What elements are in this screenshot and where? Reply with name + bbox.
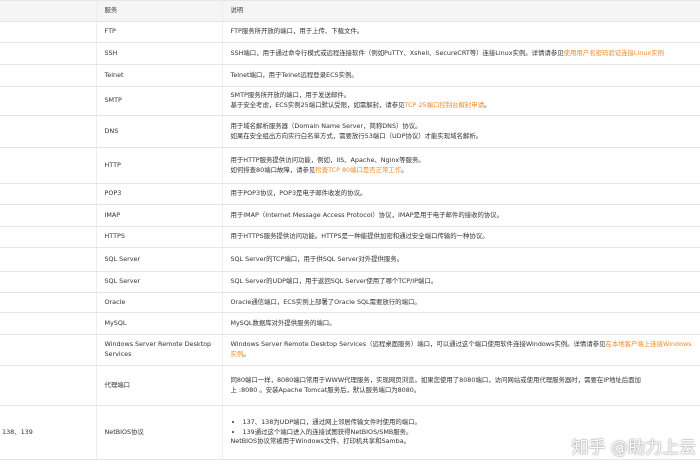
port-cell: [0, 183, 97, 205]
description-cell: 用于域名解析服务器（Domain Name Server，简称DNS）协议。 如果…: [222, 115, 700, 148]
description-cell: 用于IMAP（Internet Message Access Protocol）…: [222, 204, 700, 227]
table-row: SSH SSH端口，用于通过命令行模式或远程连接软件（例如PuTTY、Xshel…: [0, 42, 700, 65]
header-service: 服务: [96, 0, 223, 22]
port-cell: [0, 226, 97, 248]
description-cell: Oracle通信端口，ECS实例上部署了Oracle SQL需要放行的端口。: [222, 292, 700, 313]
table-row: SQL Server SQL Server的TCP端口，用于供SQL Serve…: [0, 247, 700, 272]
description-cell: SSH端口，用于通过命令行模式或远程连接软件（例如PuTTY、Xshell、Se…: [222, 42, 700, 65]
service-cell: SSH: [96, 42, 223, 65]
watermark: 知乎 @助力上云: [571, 438, 696, 458]
table-row: HTTPS 用于HTTPS服务提供访问功能。HTTPS是一种能提供加密和通过安全…: [0, 226, 700, 248]
service-cell: FTP: [96, 21, 223, 43]
port-cell: [0, 292, 97, 313]
doc-link[interactable]: 使用用户名密码验证连接Linux实例: [564, 49, 664, 57]
table-row: MySQL MySQL数据库对外提供服务的端口。: [0, 312, 700, 335]
description-cell: Windows Server Remote Desktop Services（远…: [222, 334, 700, 366]
bullet-item: 137、138为UDP端口，通过网上邻居传输文件时使用的端口。: [243, 418, 697, 428]
port-cell: [0, 365, 97, 406]
description-cell: Telnet端口，用于Telnet远程登录ECS实例。: [222, 64, 700, 87]
service-cell: HTTPS: [96, 226, 223, 248]
doc-link[interactable]: TCP 25端口控制台解封申请: [405, 101, 485, 109]
port-cell: [0, 42, 97, 65]
table-row: 代理端口 同80端口一样，8080端口常用于WWW代理服务，实现网页浏览。如果您…: [0, 365, 700, 406]
description-line: Windows Server Remote Desktop Services（远…: [230, 340, 606, 349]
service-cell: Windows Server Remote Desktop Services: [96, 334, 223, 366]
port-cell: [0, 64, 97, 87]
table-row: SMTP SMTP服务所开放的端口，用于发送邮件。 基于安全考虑，ECS实例25端…: [0, 86, 700, 116]
table-row: DNS 用于域名解析服务器（Domain Name Server，简称DNS）协…: [0, 115, 700, 148]
description-line: MySQL数据库对外提供服务的端口。: [230, 318, 336, 327]
port-cell: [0, 204, 97, 227]
table-row: FTP FTP服务所开放的端口，用于上传、下载文件。: [0, 21, 700, 43]
description-tail: 。: [243, 350, 250, 358]
table-row: SQL Server SQL Server的UDP端口，用于返回SQL Serv…: [0, 271, 700, 293]
table-header: 服务 说明: [0, 0, 700, 22]
table-row: HTTP 用于HTTP服务提供访问功能，例如，IIS、Apache、Nginx等…: [0, 147, 700, 184]
description-cell: 用于HTTP服务提供访问功能，例如，IIS、Apache、Nginx等服务。 如何…: [222, 147, 700, 184]
description-tail: 。: [401, 165, 408, 174]
description-line: 如果在安全组出方向实行白名单方式，需要放行53端口（UDP协议）才能实现域名解析…: [230, 131, 483, 140]
port-cell: [0, 334, 97, 366]
description-line: 用于IMAP（Internet Message Access Protocol）…: [230, 210, 504, 219]
header-description: 说明: [222, 0, 700, 22]
description-line: 用于域名解析服务器（Domain Name Server，简称DNS）协议。: [230, 121, 422, 130]
description-line: SSH端口，用于通过命令行模式或远程连接软件（例如PuTTY、Xshell、Se…: [230, 48, 564, 57]
table-row: Oracle Oracle通信端口，ECS实例上部署了Oracle SQL需要放…: [0, 292, 700, 313]
service-cell: 代理端口: [96, 365, 223, 406]
description-line: 用于POP3协议，POP3是电子邮件收发的协议。: [230, 189, 367, 198]
description-line: Oracle通信端口，ECS实例上部署了Oracle SQL需要放行的端口。: [230, 297, 421, 306]
port-cell: [0, 271, 97, 293]
description-line: 基于安全考虑，ECS实例25端口默认受限，如需解封，请参见: [230, 101, 405, 109]
port-cell: [0, 86, 97, 116]
service-cell: POP3: [96, 183, 223, 205]
table-row: Telnet Telnet端口，用于Telnet远程登录ECS实例。: [0, 64, 700, 87]
service-cell: NetBIOS协议: [96, 405, 223, 460]
description-tail: 。: [484, 101, 491, 109]
description-cell: MySQL数据库对外提供服务的端口。: [222, 312, 700, 335]
description-line: SQL Server的TCP端口，用于供SQL Server对外提供服务。: [230, 254, 404, 263]
description-line: 用于HTTP服务提供访问功能，例如，IIS、Apache、Nginx等服务。: [230, 155, 425, 164]
service-cell: HTTP: [96, 147, 223, 184]
service-cell: SQL Server: [96, 247, 223, 272]
description-line: 如何排查80端口故障，请参见: [230, 165, 316, 174]
description-cell: 用于POP3协议，POP3是电子邮件收发的协议。: [222, 183, 700, 205]
description-line: SMTP服务所开放的端口，用于发送邮件。: [230, 91, 351, 100]
service-cell: MySQL: [96, 312, 223, 335]
table-row: POP3 用于POP3协议，POP3是电子邮件收发的协议。: [0, 183, 700, 205]
service-cell: SMTP: [96, 86, 223, 116]
description-line: 上 :8080 。安装Apache Tomcat服务后，默认服务端口为8080。: [230, 385, 421, 394]
description-cell: SQL Server的UDP端口，用于返回SQL Server使用了哪个TCP/…: [222, 271, 700, 293]
service-cell: IMAP: [96, 204, 223, 227]
description-cell: SMTP服务所开放的端口，用于发送邮件。 基于安全考虑，ECS实例25端口默认受限…: [222, 86, 700, 116]
service-cell: Telnet: [96, 64, 223, 87]
port-cell: [0, 147, 97, 184]
header-port: [0, 0, 97, 22]
description-line: 同80端口一样，8080端口常用于WWW代理服务，实现网页浏览。如果您使用了80…: [230, 375, 641, 384]
ports-table: 服务 说明 FTP FTP服务所开放的端口，用于上传、下载文件。 SSH SSH…: [0, 0, 700, 460]
description-line: FTP服务所开放的端口，用于上传、下载文件。: [230, 27, 364, 36]
description-cell: FTP服务所开放的端口，用于上传、下载文件。: [222, 21, 700, 43]
port-cell: [0, 21, 97, 43]
port-cell: [0, 247, 97, 272]
service-cell: SQL Server: [96, 271, 223, 293]
description-cell: 同80端口一样，8080端口常用于WWW代理服务，实现网页浏览。如果您使用了80…: [222, 365, 700, 406]
description-line: Telnet端口，用于Telnet远程登录ECS实例。: [230, 70, 358, 79]
service-cell: DNS: [96, 115, 223, 148]
port-cell: 138、139: [0, 405, 97, 460]
description-line: SQL Server的UDP端口，用于返回SQL Server使用了哪个TCP/…: [230, 277, 438, 286]
table-row: Windows Server Remote Desktop Services W…: [0, 334, 700, 366]
port-cell: [0, 115, 97, 148]
service-cell: Oracle: [96, 292, 223, 313]
doc-link[interactable]: 检查TCP 80端口是否正常工作: [315, 166, 401, 174]
port-cell: [0, 312, 97, 335]
description-cell: 用于HTTPS服务提供访问功能。HTTPS是一种能提供加密和通过安全端口传输的一…: [222, 226, 700, 248]
description-line: 用于HTTPS服务提供访问功能。HTTPS是一种能提供加密和通过安全端口传输的一…: [230, 232, 489, 241]
table-row: IMAP 用于IMAP（Internet Message Access Prot…: [0, 204, 700, 227]
description-cell: SQL Server的TCP端口，用于供SQL Server对外提供服务。: [222, 247, 700, 272]
